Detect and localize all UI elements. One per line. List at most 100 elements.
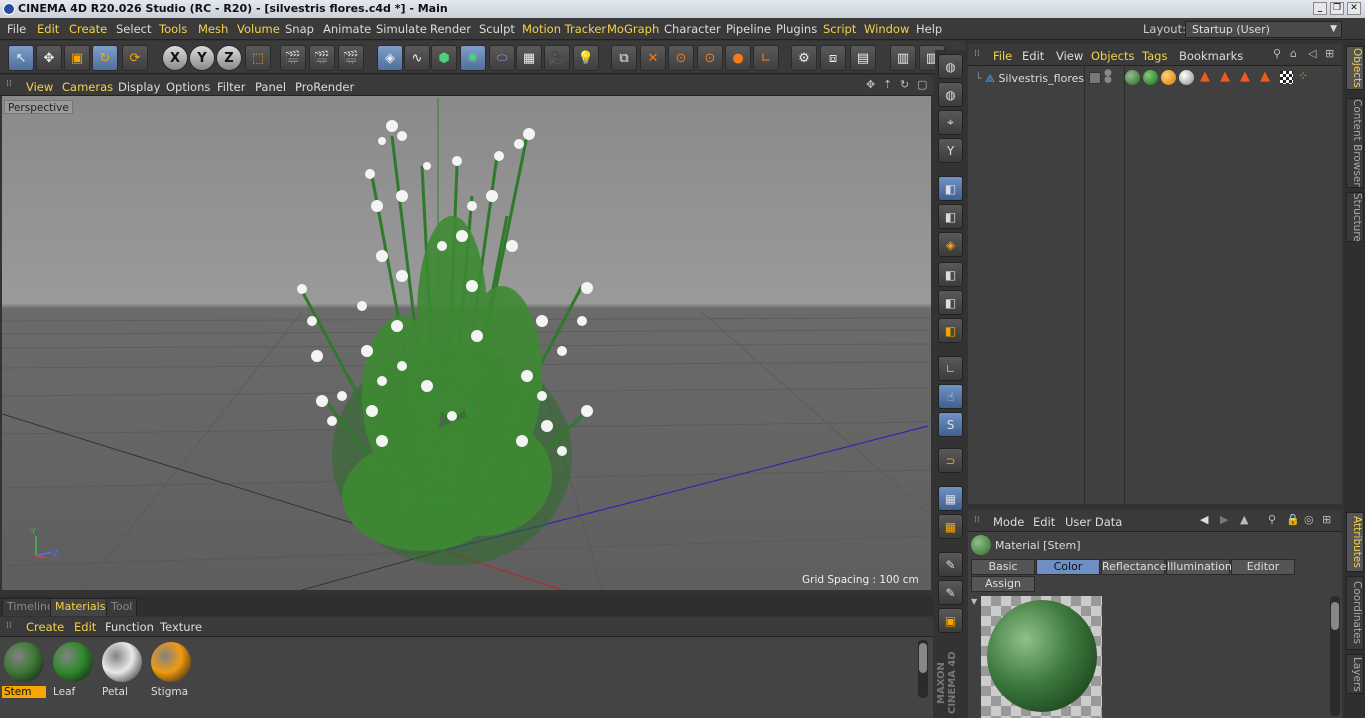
tab-tool[interactable]: Tool xyxy=(106,598,138,616)
menu-file[interactable]: File xyxy=(7,22,26,36)
close-button[interactable]: ✕ xyxy=(1347,2,1361,15)
scroll-thumb[interactable] xyxy=(1331,602,1339,630)
spline-pen-icon[interactable]: ∿ xyxy=(404,45,430,71)
leaf-material-tag-icon[interactable] xyxy=(1143,70,1158,85)
menu-snap[interactable]: Snap xyxy=(285,22,314,36)
home-icon[interactable]: ⌂ xyxy=(1290,47,1297,60)
viewport-menu-view[interactable]: View xyxy=(26,80,53,94)
material-stem[interactable]: Stem xyxy=(2,640,46,698)
menu-pipeline[interactable]: Pipeline xyxy=(726,22,771,36)
solo-mode-icon[interactable]: S xyxy=(938,412,963,437)
material-scrollbar[interactable] xyxy=(918,640,928,698)
psr-icon[interactable]: ▤ xyxy=(850,45,876,71)
menu-tools[interactable]: Tools xyxy=(159,22,187,36)
material-menu-texture[interactable]: Texture xyxy=(160,620,202,634)
perspective-viewport[interactable]: Y Z xyxy=(2,96,931,590)
texture-mode-icon[interactable]: ⌖ xyxy=(938,110,963,135)
menu-motion-tracker[interactable]: Motion Tracker xyxy=(522,22,606,36)
side-tab-coordinates[interactable]: Coordinates xyxy=(1346,576,1364,650)
render-view-icon[interactable]: 🎬 xyxy=(280,45,306,71)
render-picture-viewer-icon[interactable]: 🎬 xyxy=(309,45,335,71)
object-menu-view[interactable]: View xyxy=(1056,49,1083,63)
orbit-view-icon[interactable]: ↻ xyxy=(900,78,909,91)
y-axis-lock-icon[interactable]: Y xyxy=(189,45,215,71)
render-settings-icon[interactable]: 🎬 xyxy=(338,45,364,71)
brush-icon[interactable]: ✎ xyxy=(938,552,963,577)
minimize-button[interactable]: _ xyxy=(1313,2,1327,15)
material-stigma[interactable]: Stigma xyxy=(149,640,193,698)
viewport-menu-prorender[interactable]: ProRender xyxy=(295,80,354,94)
selection-tag-icon[interactable]: ▲ xyxy=(1200,69,1210,84)
search-icon[interactable]: ⚲ xyxy=(1268,513,1276,526)
move-tool-icon[interactable]: ✥ xyxy=(36,45,62,71)
up-arrow-icon[interactable]: ▲ xyxy=(1240,513,1248,526)
camera-icon[interactable]: 🎥 xyxy=(544,45,570,71)
side-tab-objects[interactable]: Objects xyxy=(1346,46,1364,90)
material-petal[interactable]: Petal xyxy=(100,640,144,698)
workplane-axis-icon[interactable]: ∟ xyxy=(938,356,963,381)
collapse-triangle-icon[interactable]: ▼ xyxy=(971,597,977,606)
side-tab-layers[interactable]: Layers xyxy=(1346,654,1364,694)
viewport-menu-filter[interactable]: Filter xyxy=(217,80,245,94)
viewport-menu-options[interactable]: Options xyxy=(166,80,210,94)
edges-mode-icon[interactable]: ◧ xyxy=(938,204,963,229)
side-tab-structure[interactable]: Structure xyxy=(1346,192,1364,242)
snap-edge-icon[interactable]: ⊙ xyxy=(697,45,723,71)
new-panel-icon[interactable]: ⊞ xyxy=(1322,513,1331,526)
object-mode-icon[interactable]: ◍ xyxy=(938,54,963,79)
grid-snap-icon[interactable]: ▦ xyxy=(938,486,963,511)
attr-tab-editor[interactable]: Editor xyxy=(1231,559,1295,575)
petal-material-tag-icon[interactable] xyxy=(1179,70,1194,85)
uvw-tag-icon[interactable] xyxy=(1280,71,1293,84)
menu-edit[interactable]: Edit xyxy=(37,22,59,36)
subdivision-surface-icon[interactable]: ⬢ xyxy=(431,45,457,71)
selection-tag-icon[interactable]: ▲ xyxy=(1240,69,1250,84)
stigma-material-tag-icon[interactable] xyxy=(1161,70,1176,85)
attr-tab-assign[interactable]: Assign xyxy=(971,576,1035,592)
select-tool-icon[interactable]: ↖ xyxy=(8,45,34,71)
attr-tab-basic[interactable]: Basic xyxy=(971,559,1035,575)
attr-tab-reflectance[interactable]: Reflectance xyxy=(1101,559,1167,575)
viewport-solo-icon[interactable]: ⧉ xyxy=(611,45,637,71)
menu-mograph[interactable]: MoGraph xyxy=(607,22,659,36)
attr-tab-illumination[interactable]: Illumination xyxy=(1166,559,1232,575)
material-leaf[interactable]: Leaf xyxy=(51,640,95,698)
stem-material-tag-icon[interactable] xyxy=(1125,70,1140,85)
scroll-thumb[interactable] xyxy=(919,643,927,673)
viewport-menu-cameras[interactable]: Cameras xyxy=(62,80,113,94)
object-menu-edit[interactable]: Edit xyxy=(1022,49,1044,63)
cube-primitive-icon[interactable]: ◈ xyxy=(377,45,403,71)
target-icon[interactable]: ◎ xyxy=(1304,513,1314,526)
uv-polygons-icon[interactable]: ◧ xyxy=(938,290,963,315)
tweak-mode-icon[interactable]: ☝ xyxy=(938,384,963,409)
workplane-icon[interactable]: ∟ xyxy=(753,45,779,71)
selection-tag-icon[interactable]: ▲ xyxy=(1260,69,1270,84)
workplane-mode-icon[interactable]: Y xyxy=(938,138,963,163)
uv-points-icon[interactable]: ◧ xyxy=(938,262,963,287)
attributes-menu-user-data[interactable]: User Data xyxy=(1065,515,1122,529)
clapper-icon[interactable]: ▥ xyxy=(890,45,916,71)
attributes-menu-mode[interactable]: Mode xyxy=(993,515,1024,529)
rotate-tool-icon[interactable]: ↻ xyxy=(92,45,118,71)
model-mode-icon[interactable]: ◍ xyxy=(938,82,963,107)
light-icon[interactable]: 💡 xyxy=(573,45,599,71)
lock-icon[interactable]: 🔒 xyxy=(1286,513,1300,526)
scale-tool-icon[interactable]: ▣ xyxy=(64,45,90,71)
lock-workplane-icon[interactable]: ⚙ xyxy=(791,45,817,71)
side-tab-content-browser[interactable]: Content Browser xyxy=(1346,98,1364,188)
restore-button[interactable]: ❐ xyxy=(1330,2,1344,15)
polygons-mode-icon[interactable]: ◈ xyxy=(938,232,963,257)
menu-render[interactable]: Render xyxy=(430,22,471,36)
object-menu-file[interactable]: File xyxy=(993,49,1012,63)
snap-polygon-icon[interactable]: ● xyxy=(725,45,751,71)
object-menu-bookmarks[interactable]: Bookmarks xyxy=(1179,49,1243,63)
psr-copy-icon[interactable]: ⧈ xyxy=(820,45,846,71)
material-menu-function[interactable]: Function xyxy=(105,620,154,634)
maximize-view-icon[interactable]: ▢ xyxy=(917,78,927,91)
menu-create[interactable]: Create xyxy=(69,22,107,36)
viewport-menu-panel[interactable]: Panel xyxy=(255,80,286,94)
render-region-icon[interactable]: ▣ xyxy=(938,608,963,633)
menu-plugins[interactable]: Plugins xyxy=(776,22,817,36)
back-icon[interactable]: ◁ xyxy=(1308,47,1316,60)
search-icon[interactable]: ⚲ xyxy=(1273,47,1281,60)
